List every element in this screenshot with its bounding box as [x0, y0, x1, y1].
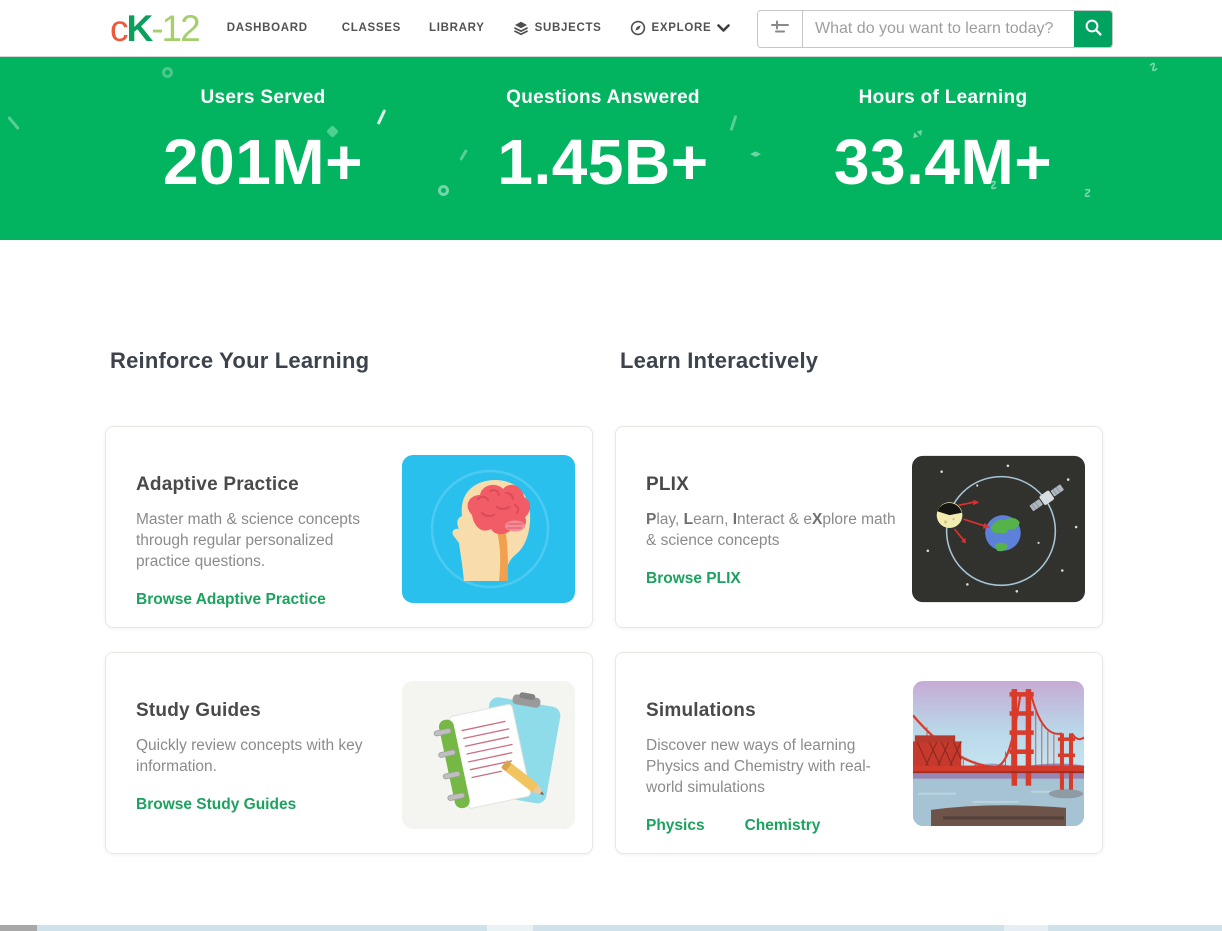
logo-letter-k: K — [127, 10, 152, 47]
card-adaptive-practice: Adaptive Practice Master math & science … — [105, 426, 593, 628]
head-with-brain-illustration — [402, 455, 575, 603]
moon-earth-satellite-illustration — [912, 455, 1085, 603]
section-heading-reinforce: Reinforce Your Learning — [105, 348, 593, 374]
card-simulations: Simulations Discover new ways of learnin… — [615, 652, 1103, 854]
card-description: Play, Learn, Interact & eXplore math & s… — [646, 509, 898, 551]
nav-item-subjects[interactable]: SUBJECTS — [499, 10, 616, 46]
nav-item-dashboard[interactable]: DASHBOARD — [213, 12, 328, 44]
footer-strip-segment — [1004, 925, 1048, 931]
search-bar — [757, 10, 1113, 48]
main-content: Reinforce Your Learning Learn Interactiv… — [105, 348, 1105, 854]
nav-label: EXPLORE — [652, 22, 712, 34]
nav-label: DASHBOARD — [227, 22, 308, 34]
chemistry-link[interactable]: Chemistry — [745, 817, 821, 835]
filter-sliders-icon — [768, 17, 792, 42]
section-heading-interactive: Learn Interactively — [615, 348, 1103, 374]
stat-value: 1.45B+ — [433, 125, 773, 199]
nav-label: LIBRARY — [429, 22, 485, 34]
stat-value: 201M+ — [93, 125, 433, 199]
compass-icon — [630, 20, 646, 36]
top-navbar: c K -12 DASHBOARD CLASSES LIBRARY SUBJEC… — [0, 0, 1222, 57]
footer-strip-segment — [0, 925, 37, 931]
browse-adaptive-practice-link[interactable]: Browse Adaptive Practice — [136, 591, 326, 609]
stat-hours-of-learning: Hours of Learning 33.4M+ — [773, 87, 1113, 199]
footer-strip — [0, 925, 1222, 931]
browse-study-guides-link[interactable]: Browse Study Guides — [136, 796, 296, 814]
physics-link[interactable]: Physics — [646, 817, 705, 835]
nav-item-explore[interactable]: EXPLORE — [616, 10, 745, 46]
notepad-clipboard-illustration — [402, 681, 575, 829]
search-filter-button[interactable] — [758, 11, 803, 47]
stat-questions-answered: Questions Answered 1.45B+ — [433, 87, 773, 199]
nav-item-library[interactable]: LIBRARY — [415, 12, 499, 44]
card-study-guides: Study Guides Quickly review concepts wit… — [105, 652, 593, 854]
chevron-down-icon — [717, 24, 730, 33]
card-description: Master math & science concepts through r… — [136, 509, 388, 572]
stat-label: Hours of Learning — [773, 87, 1113, 109]
card-description: Quickly review concepts with key informa… — [136, 735, 388, 777]
footer-strip-segment — [487, 925, 533, 931]
card-plix: PLIX Play, Learn, Interact & eXplore mat… — [615, 426, 1103, 628]
ck12-logo[interactable]: c K -12 — [110, 10, 199, 47]
logo-suffix: -12 — [151, 10, 198, 47]
stats-banner: ◂▸ ▴▾ ∿ ∿ ∿ Users Served 201M+ Questions… — [0, 57, 1222, 240]
main-nav: DASHBOARD CLASSES LIBRARY SUBJECTS — [213, 10, 745, 46]
stats-row: Users Served 201M+ Questions Answered 1.… — [0, 57, 1222, 199]
nav-item-classes[interactable]: CLASSES — [328, 12, 415, 44]
nav-label: SUBJECTS — [535, 22, 602, 34]
card-description: Discover new ways of learning Physics an… — [646, 735, 898, 798]
layers-icon — [513, 20, 529, 36]
nav-label: CLASSES — [342, 22, 401, 34]
magnifier-icon — [1084, 18, 1103, 40]
search-input[interactable] — [803, 11, 1074, 47]
stat-label: Questions Answered — [433, 87, 773, 109]
stat-value: 33.4M+ — [773, 125, 1113, 199]
browse-plix-link[interactable]: Browse PLIX — [646, 570, 741, 588]
stat-label: Users Served — [93, 87, 433, 109]
stat-users-served: Users Served 201M+ — [93, 87, 433, 199]
logo-letter-c: c — [110, 10, 127, 47]
search-button[interactable] — [1074, 11, 1112, 47]
golden-gate-bridge-illustration — [912, 681, 1085, 829]
